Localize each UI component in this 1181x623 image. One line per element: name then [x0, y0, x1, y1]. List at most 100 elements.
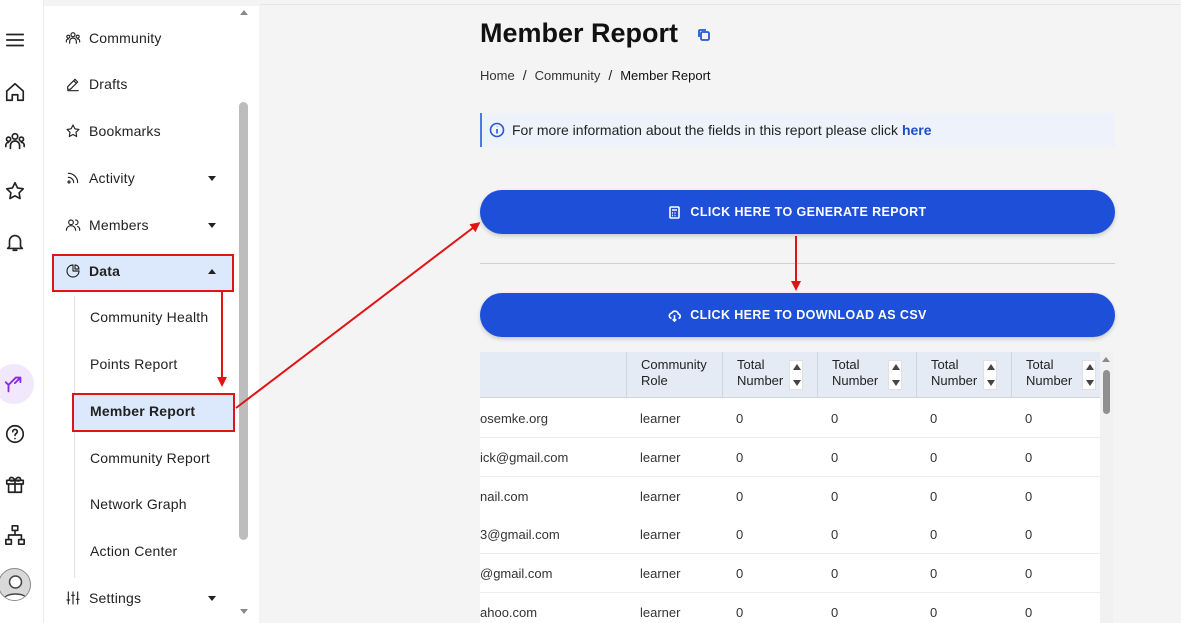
- table-cell: 0: [831, 605, 839, 620]
- table-cell: 0: [1025, 527, 1033, 543]
- sliders-icon: [64, 589, 82, 607]
- generate-report-label: CLICK HERE TO GENERATE REPORT: [690, 205, 927, 219]
- network-icon[interactable]: [2, 522, 28, 548]
- sidebar-scroll-up[interactable]: [240, 10, 248, 15]
- table-scroll-up[interactable]: [1102, 357, 1110, 362]
- chevron-up-icon[interactable]: [208, 269, 216, 274]
- gift-icon[interactable]: [2, 471, 28, 497]
- table-cell: 0: [736, 411, 744, 426]
- star-icon: [64, 122, 82, 140]
- info-icon: [489, 122, 505, 138]
- sidebar-subitem-label: Community Report: [90, 450, 210, 466]
- sidebar-subitem-label: Community Health: [90, 309, 209, 325]
- star-icon[interactable]: [2, 178, 28, 204]
- sidebar-subitem-community-report[interactable]: Community Report: [90, 444, 210, 472]
- sidebar-subitem-label: Network Graph: [90, 496, 187, 512]
- bell-icon[interactable]: [2, 229, 28, 255]
- sidebar-subitem-member-report[interactable]: Member Report: [90, 397, 195, 425]
- breadcrumb-current: Member Report: [620, 67, 711, 83]
- sidebar-item-data[interactable]: Data: [64, 257, 120, 285]
- info-banner: For more information about the fields in…: [480, 113, 1115, 147]
- table-scrollbar-thumb[interactable]: [1103, 370, 1110, 414]
- menu-icon[interactable]: [2, 27, 28, 53]
- info-link[interactable]: here: [902, 122, 932, 138]
- info-text: For more information about the fields in…: [512, 122, 898, 138]
- table-cell: 0: [1025, 605, 1033, 620]
- sidebar-item-label: Activity: [89, 170, 135, 186]
- table-cell: 0: [736, 527, 744, 543]
- member-report-table: Community Role Total Number Total Number…: [480, 352, 1112, 623]
- sort-toggle[interactable]: [888, 360, 902, 390]
- members-icon: [64, 216, 82, 234]
- table-cell: 3@gmail.com: [480, 527, 560, 543]
- sidebar-item-label: Data: [89, 263, 121, 279]
- chevron-down-icon[interactable]: [208, 176, 216, 181]
- sidebar-item-label: Community: [89, 30, 162, 46]
- avatar[interactable]: [0, 568, 31, 601]
- table-row: osemke.org learner 0 0 0 0: [480, 399, 1100, 438]
- sidebar-subitem-action-center[interactable]: Action Center: [90, 537, 177, 565]
- table-cell: ahoo.com: [480, 605, 538, 620]
- sidebar-item-activity[interactable]: Activity: [64, 164, 135, 192]
- table-cell: ick@gmail.com: [480, 449, 569, 465]
- table-cell: 0: [930, 566, 938, 582]
- table-cell: 0: [1025, 488, 1033, 504]
- cloud-download-icon: [668, 309, 682, 322]
- table-cell: 0: [831, 449, 839, 465]
- table-cell: 0: [736, 605, 744, 620]
- sidebar-item-settings[interactable]: Settings: [64, 584, 141, 612]
- table-cell: @gmail.com: [480, 566, 553, 582]
- table-cell: 0: [930, 527, 938, 543]
- section-divider: [480, 263, 1115, 264]
- rss-icon: [64, 169, 82, 187]
- sidebar-item-label: Drafts: [89, 76, 128, 92]
- table-row: ahoo.com learner 0 0 0 0: [480, 593, 1100, 623]
- sidebar-subitem-points-report[interactable]: Points Report: [90, 350, 177, 378]
- breadcrumb-separator: /: [608, 67, 613, 83]
- sort-toggle[interactable]: [1082, 360, 1096, 390]
- download-csv-label: CLICK HERE TO DOWNLOAD AS CSV: [690, 308, 927, 322]
- download-csv-button[interactable]: CLICK HERE TO DOWNLOAD AS CSV: [480, 293, 1115, 337]
- sidebar-scroll-down[interactable]: [240, 609, 248, 614]
- copy-icon[interactable]: [697, 28, 711, 42]
- table-cell: learner: [640, 527, 681, 543]
- sidebar-scrollbar[interactable]: [239, 102, 248, 540]
- column-header-community-role[interactable]: Community Role: [626, 352, 722, 398]
- chevron-down-icon[interactable]: [208, 223, 216, 228]
- breadcrumb-home[interactable]: Home: [480, 68, 515, 83]
- community-icon[interactable]: [2, 128, 28, 154]
- help-icon[interactable]: [2, 421, 28, 447]
- column-header-email[interactable]: [480, 352, 626, 398]
- sidebar-item-community[interactable]: Community: [64, 24, 162, 52]
- table-cell: 0: [1025, 449, 1033, 465]
- sidebar-item-label: Settings: [89, 590, 142, 606]
- table-cell: learner: [640, 449, 681, 465]
- pie-chart-icon: [64, 262, 82, 280]
- generate-report-button[interactable]: CLICK HERE TO GENERATE REPORT: [480, 190, 1115, 234]
- table-cell: learner: [640, 488, 681, 504]
- sidebar-item-members[interactable]: Members: [64, 211, 149, 239]
- sidebar-item-bookmarks[interactable]: Bookmarks: [64, 117, 161, 145]
- home-icon[interactable]: [2, 79, 28, 105]
- table-cell: 0: [930, 605, 938, 620]
- table-cell: 0: [831, 488, 839, 504]
- table-cell: 0: [1025, 566, 1033, 582]
- sort-toggle[interactable]: [789, 360, 803, 390]
- table-cell: 0: [930, 411, 938, 426]
- table-cell: learner: [640, 605, 681, 620]
- chevron-down-icon[interactable]: [208, 596, 216, 601]
- branch-icon[interactable]: [0, 364, 34, 404]
- sort-toggle[interactable]: [983, 360, 997, 390]
- table-row: @gmail.com learner 0 0 0 0: [480, 554, 1100, 594]
- sidebar-subitem-label: Member Report: [90, 403, 196, 419]
- breadcrumb: Home / Community / Member Report: [480, 67, 711, 83]
- sidebar: Community Drafts Bookmarks Activity Memb…: [44, 6, 259, 623]
- table-cell: osemke.org: [480, 411, 548, 426]
- sidebar-item-label: Members: [89, 217, 149, 233]
- sidebar-subitem-network-graph[interactable]: Network Graph: [90, 490, 187, 518]
- icon-rail: [0, 0, 44, 623]
- sidebar-item-drafts[interactable]: Drafts: [64, 70, 128, 98]
- table-row: 3@gmail.com learner 0 0 0 0: [480, 515, 1100, 555]
- breadcrumb-community[interactable]: Community: [535, 68, 601, 83]
- sidebar-subitem-community-health[interactable]: Community Health: [90, 303, 208, 331]
